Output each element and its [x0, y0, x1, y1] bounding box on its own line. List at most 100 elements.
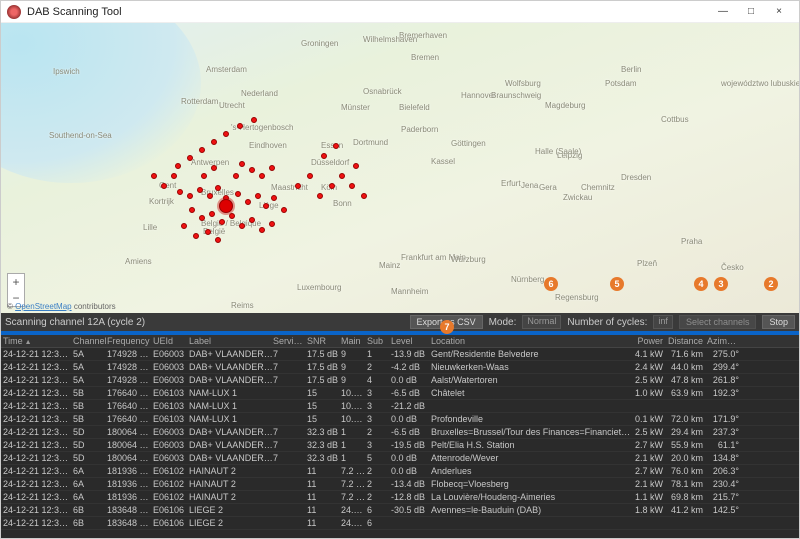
transmitter-marker[interactable]	[151, 173, 157, 179]
transmitter-marker[interactable]	[209, 211, 215, 217]
transmitter-marker[interactable]	[199, 215, 205, 221]
transmitter-marker[interactable]	[339, 173, 345, 179]
table-row[interactable]: 24-12-21 12:38:356A181936 kHzE06102HAINA…	[1, 465, 799, 478]
transmitter-marker[interactable]	[215, 185, 221, 191]
transmitter-marker[interactable]	[271, 195, 277, 201]
cell-pwr: 4.1 kW	[631, 349, 667, 359]
zoom-in-button[interactable]: +	[8, 274, 24, 290]
table-row[interactable]: 24-12-21 12:38:115B176640 kHzE06103NAM-L…	[1, 400, 799, 413]
transmitter-marker[interactable]	[181, 223, 187, 229]
transmitter-marker[interactable]	[239, 223, 245, 229]
transmitter-marker[interactable]	[189, 207, 195, 213]
transmitter-marker[interactable]	[235, 191, 241, 197]
table-row[interactable]: 24-12-21 12:38:265D180064 kHzE06003DAB+ …	[1, 439, 799, 452]
selected-transmitter-marker[interactable]	[219, 199, 233, 213]
cell-loc: Anderlues	[431, 466, 631, 476]
transmitter-marker[interactable]	[361, 193, 367, 199]
transmitter-marker[interactable]	[215, 237, 221, 243]
cell-az: 299.4°	[707, 362, 743, 372]
transmitter-marker[interactable]	[223, 131, 229, 137]
close-button[interactable]: ×	[765, 2, 793, 22]
stop-button[interactable]: Stop	[762, 315, 795, 329]
transmitter-marker[interactable]	[251, 117, 257, 123]
transmitter-marker[interactable]	[219, 219, 225, 225]
table-row[interactable]: 24-12-21 12:38:265D180064 kHzE06003DAB+ …	[1, 426, 799, 439]
transmitter-marker[interactable]	[239, 161, 245, 167]
transmitter-marker[interactable]	[161, 183, 167, 189]
table-row[interactable]: 24-12-21 12:38:446B183648 kHzE06106LIEGE…	[1, 504, 799, 517]
cell-az: 230.4°	[707, 479, 743, 489]
transmitter-marker[interactable]	[263, 203, 269, 209]
transmitter-marker[interactable]	[269, 165, 275, 171]
transmitter-marker[interactable]	[329, 183, 335, 189]
transmitter-marker[interactable]	[255, 193, 261, 199]
transmitter-marker[interactable]	[307, 173, 313, 179]
transmitter-marker[interactable]	[193, 233, 199, 239]
table-row[interactable]: 24-12-21 12:38:356A181936 kHzE06102HAINA…	[1, 478, 799, 491]
mode-select[interactable]: Normal	[522, 315, 561, 329]
transmitter-marker[interactable]	[187, 193, 193, 199]
cell-ueid: E06106	[153, 518, 189, 528]
transmitter-marker[interactable]	[249, 217, 255, 223]
transmitter-marker[interactable]	[269, 221, 275, 227]
transmitter-marker[interactable]	[259, 227, 265, 233]
map-view[interactable]: AmsterdamRotterdamNederlandUtrecht's-Her…	[1, 23, 799, 313]
city-label: Wolfsburg	[505, 79, 541, 88]
transmitter-marker[interactable]	[281, 207, 287, 213]
col-frequency[interactable]: Frequency	[107, 336, 153, 346]
transmitter-marker[interactable]	[201, 173, 207, 179]
transmitter-marker[interactable]	[205, 229, 211, 235]
table-row[interactable]: 24-12-21 12:38:356A181936 kHzE06102HAINA…	[1, 491, 799, 504]
col-location[interactable]: Location	[431, 336, 631, 346]
transmitter-marker[interactable]	[197, 187, 203, 193]
col-main[interactable]: Main	[341, 336, 367, 346]
table-row[interactable]: 24-12-21 12:38:446B183648 kHzE06106LIEGE…	[1, 517, 799, 530]
table-row[interactable]: 24-12-21 12:38:025A174928 kHzE06003DAB+ …	[1, 348, 799, 361]
col-distance[interactable]: Distance	[667, 336, 707, 346]
cycles-input[interactable]: inf	[653, 315, 673, 329]
cell-snr: 17.5 dB	[307, 362, 341, 372]
col-time[interactable]: Time▲	[3, 336, 73, 346]
select-channels-button[interactable]: Select channels	[679, 315, 757, 329]
transmitter-marker[interactable]	[177, 189, 183, 195]
cell-ch: 6B	[73, 505, 107, 515]
transmitter-marker[interactable]	[321, 153, 327, 159]
transmitter-marker[interactable]	[317, 193, 323, 199]
col-services[interactable]: Services	[273, 336, 307, 346]
transmitter-marker[interactable]	[295, 183, 301, 189]
table-row[interactable]: 24-12-21 12:38:265D180064 kHzE06003DAB+ …	[1, 452, 799, 465]
transmitter-marker[interactable]	[229, 213, 235, 219]
transmitter-marker[interactable]	[349, 183, 355, 189]
col-channel[interactable]: Channel	[73, 336, 107, 346]
transmitter-marker[interactable]	[259, 173, 265, 179]
col-snr[interactable]: SNR	[307, 336, 341, 346]
transmitter-marker[interactable]	[353, 163, 359, 169]
transmitter-marker[interactable]	[333, 143, 339, 149]
table-row[interactable]: 24-12-21 12:38:115B176640 kHzE06103NAM-L…	[1, 413, 799, 426]
transmitter-marker[interactable]	[245, 199, 251, 205]
transmitter-marker[interactable]	[249, 167, 255, 173]
transmitter-marker[interactable]	[233, 173, 239, 179]
col-level[interactable]: Level	[391, 336, 431, 346]
transmitter-marker[interactable]	[237, 123, 243, 129]
col-power[interactable]: Power	[631, 336, 667, 346]
transmitter-marker[interactable]	[175, 163, 181, 169]
table-row[interactable]: 24-12-21 12:38:025A174928 kHzE06003DAB+ …	[1, 374, 799, 387]
transmitter-marker[interactable]	[171, 173, 177, 179]
col-azimuth[interactable]: Azimuth	[707, 336, 743, 346]
col-label[interactable]: Label	[189, 336, 273, 346]
table-row[interactable]: 24-12-21 12:38:025A174928 kHzE06003DAB+ …	[1, 361, 799, 374]
transmitter-marker[interactable]	[199, 147, 205, 153]
transmitter-marker[interactable]	[187, 155, 193, 161]
transmitter-marker[interactable]	[211, 165, 217, 171]
transmitter-marker[interactable]	[211, 139, 217, 145]
col-sub[interactable]: Sub	[367, 336, 391, 346]
transmitter-marker[interactable]	[207, 193, 213, 199]
osm-link[interactable]: OpenStreetMap	[15, 302, 71, 311]
maximize-button[interactable]: □	[737, 2, 765, 22]
cell-main: 7.2 dB	[341, 466, 367, 476]
minimize-button[interactable]: —	[709, 2, 737, 22]
annotation-bubble-7: 7	[440, 320, 454, 334]
col-ueid[interactable]: UEId	[153, 336, 189, 346]
table-row[interactable]: 24-12-21 12:38:115B176640 kHzE06103NAM-L…	[1, 387, 799, 400]
